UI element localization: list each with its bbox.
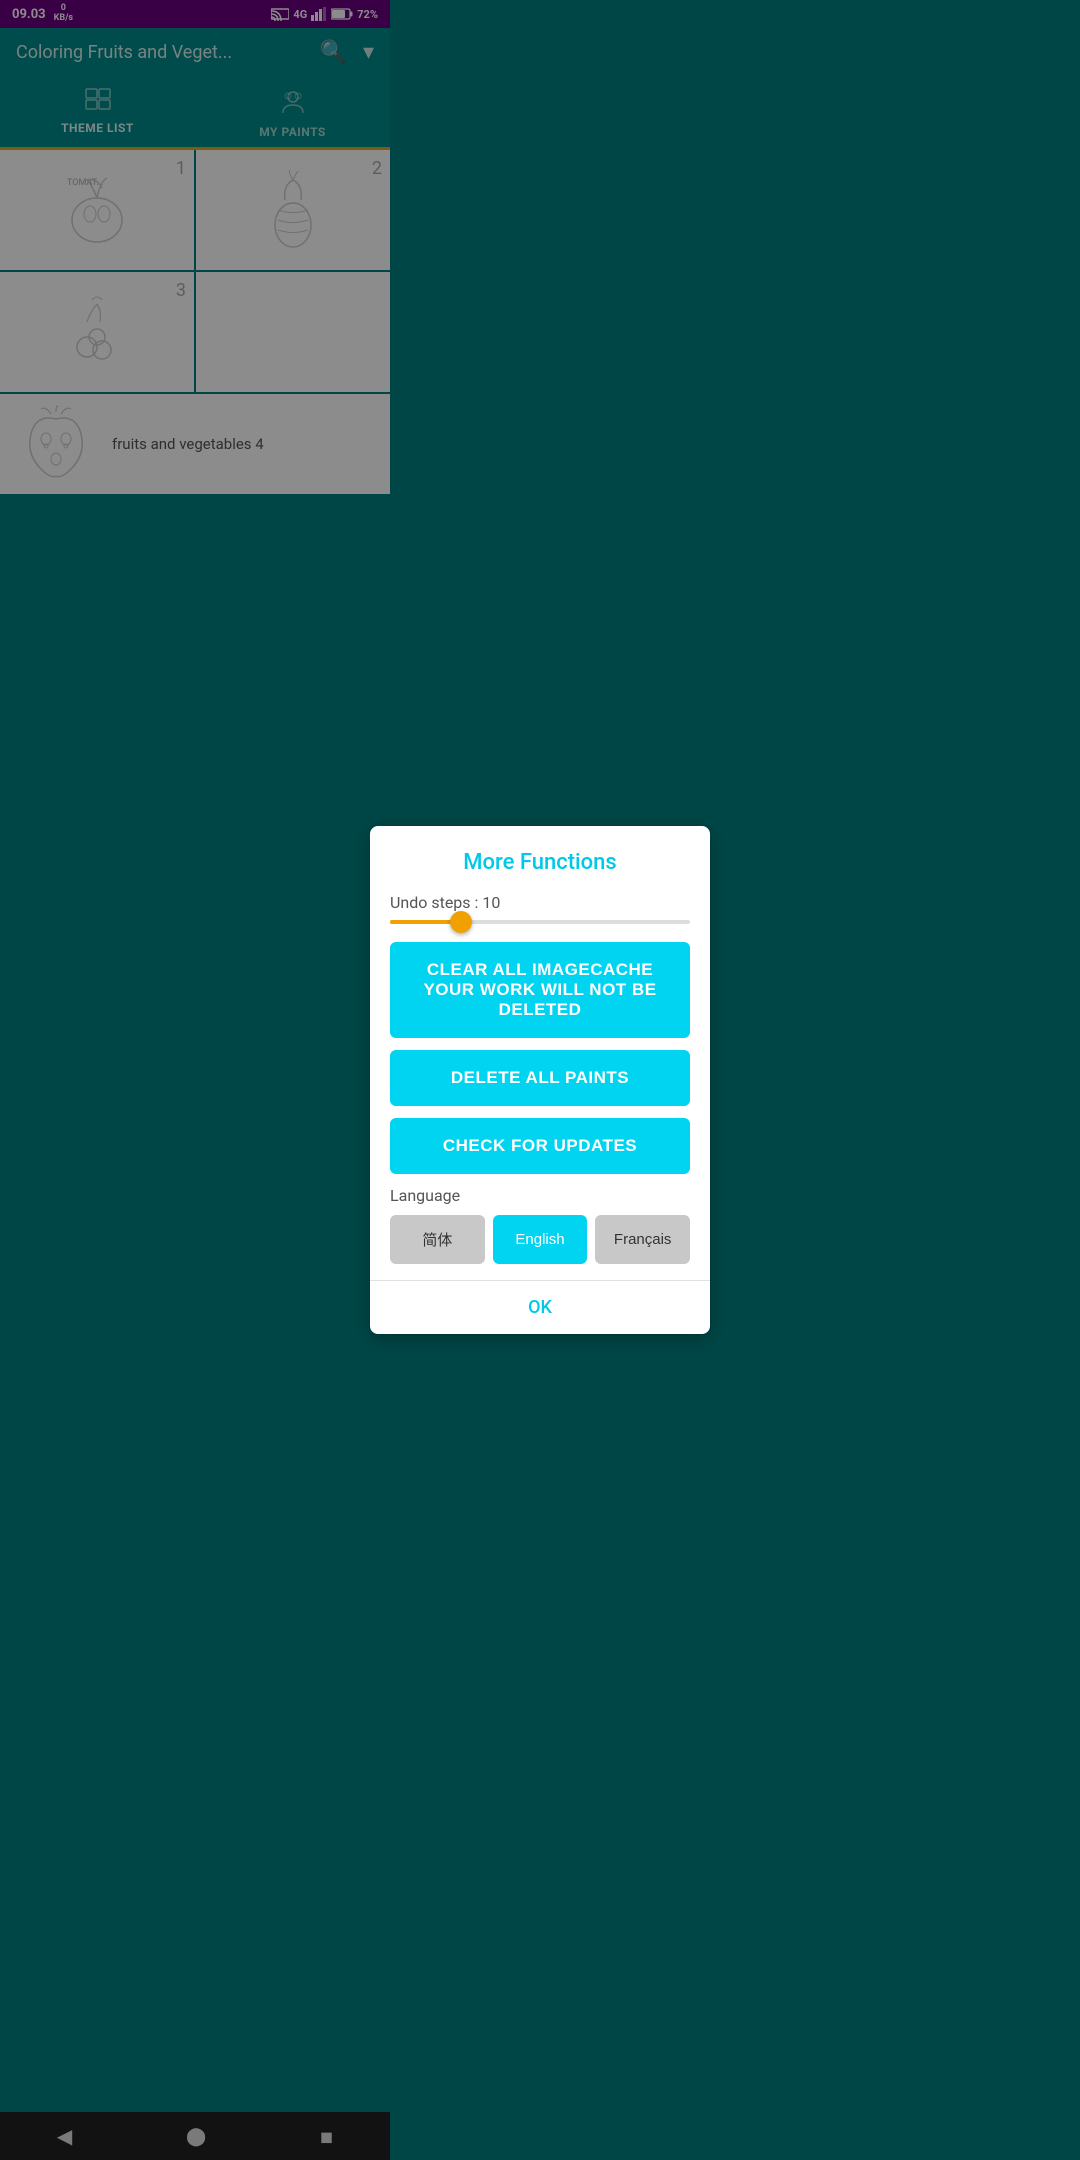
lang-en-button[interactable]: English — [493, 1215, 588, 1264]
modal-overlay: More Functions Undo steps : 10 CLEAR ALL… — [0, 0, 1080, 2160]
undo-slider[interactable] — [390, 920, 690, 924]
clear-cache-button[interactable]: CLEAR ALL IMAGECACHE YOUR WORK WILL NOT … — [390, 942, 690, 1038]
slider-fill — [390, 920, 456, 924]
more-functions-dialog: More Functions Undo steps : 10 CLEAR ALL… — [370, 826, 710, 1334]
language-label: Language — [390, 1186, 690, 1205]
check-updates-button[interactable]: CHECK FOR UPDATES — [390, 1118, 690, 1174]
lang-fr-button[interactable]: Français — [595, 1215, 690, 1264]
slider-thumb[interactable] — [450, 911, 472, 933]
lang-zh-button[interactable]: 简体 — [390, 1215, 485, 1264]
dialog-title: More Functions — [390, 850, 690, 875]
language-section: Language 简体 English Français — [390, 1186, 690, 1264]
language-buttons: 简体 English Français — [390, 1215, 690, 1264]
undo-steps-label: Undo steps : 10 — [390, 893, 690, 912]
ok-button[interactable]: OK — [390, 1281, 690, 1334]
delete-paints-button[interactable]: DELETE ALL PAINTS — [390, 1050, 690, 1106]
